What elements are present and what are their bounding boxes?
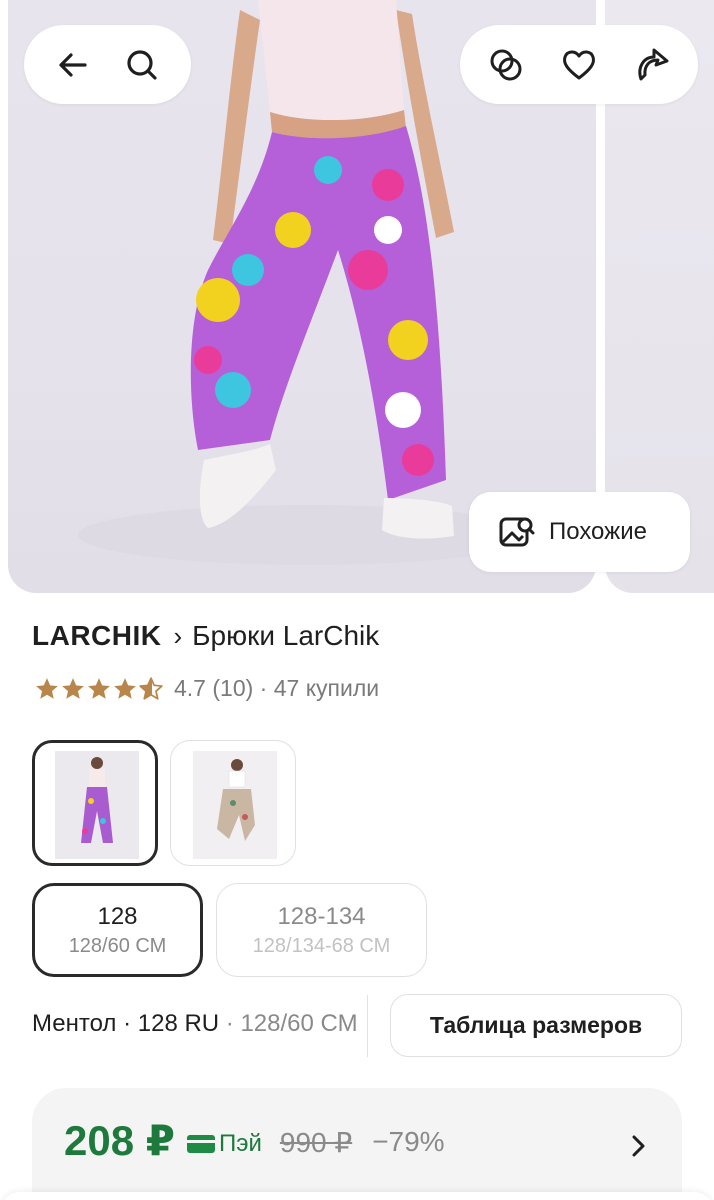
- divider: [367, 995, 368, 1057]
- dot-separator: ·: [259, 675, 268, 701]
- color-option-selected[interactable]: [32, 740, 158, 866]
- pay-badge: Пэй: [186, 1130, 262, 1158]
- back-button[interactable]: [49, 41, 97, 89]
- chevron-right-icon: ›: [173, 620, 183, 651]
- current-price: 208 ₽: [64, 1117, 175, 1164]
- size-cm: 128/60 СМ: [240, 1010, 358, 1037]
- rating-stars: [34, 676, 164, 702]
- image-search-icon: [499, 517, 535, 547]
- star-icon: [62, 677, 84, 699]
- price-card[interactable]: 208 ₽ Пэй 990 ₽ −79%: [32, 1088, 682, 1200]
- old-price: 990 ₽: [279, 1127, 353, 1158]
- pay-label: Пэй: [218, 1130, 262, 1157]
- rating-summary[interactable]: 4.7 (10) · 47 купили: [34, 675, 379, 702]
- purchases-count: 47 купили: [273, 675, 380, 701]
- share-button[interactable]: [628, 41, 676, 89]
- product-gallery[interactable]: Похожие: [0, 0, 714, 595]
- separator: ·: [219, 1010, 241, 1037]
- similar-products-button[interactable]: Похожие: [469, 492, 690, 572]
- bottom-sheet-edge: [0, 1192, 714, 1200]
- nav-pill: [24, 25, 191, 104]
- heart-icon: [563, 50, 595, 79]
- reviews-count: (10): [212, 675, 254, 701]
- size-table-button[interactable]: Таблица размеров: [390, 994, 682, 1057]
- chevron-right-icon[interactable]: [624, 1132, 652, 1160]
- color-name: Ментол: [32, 1010, 117, 1037]
- favorite-button[interactable]: [555, 41, 603, 89]
- product-name: Брюки LarChik: [192, 620, 380, 651]
- star-icon: [36, 677, 58, 699]
- size-ru: 128 RU: [137, 1010, 220, 1037]
- star-icon: [114, 677, 136, 699]
- arrow-left-icon: [59, 52, 87, 77]
- search-icon: [127, 49, 157, 80]
- size-detail: 128/134-68 СМ: [252, 934, 391, 957]
- rating-value: 4.7: [174, 675, 206, 701]
- size-option-selected[interactable]: 128 128/60 СМ: [32, 883, 203, 977]
- star-icon: [88, 677, 110, 699]
- thumbnail-illustration: [81, 757, 113, 843]
- brand-link[interactable]: LARCHIK: [32, 620, 162, 652]
- separator: ·: [116, 1010, 138, 1037]
- color-option[interactable]: [170, 740, 296, 866]
- share-icon: [638, 48, 669, 80]
- discount-badge: −79%: [372, 1126, 445, 1157]
- size-label: 128-134: [277, 902, 366, 930]
- size-option[interactable]: 128-134 128/134-68 СМ: [216, 883, 427, 977]
- star-half-icon: [139, 676, 163, 700]
- card-icon: [186, 1135, 215, 1153]
- color-thumbnail-image: [193, 751, 277, 859]
- size-label: 128: [97, 902, 138, 930]
- size-detail: 128/60 СМ: [68, 934, 167, 957]
- search-button[interactable]: [118, 41, 166, 89]
- compare-button[interactable]: [482, 41, 530, 89]
- compare-circles-icon: [490, 49, 522, 80]
- selected-variant-info: Ментол · 128 RU · 128/60 СМ: [32, 1010, 358, 1038]
- actions-pill: [460, 25, 698, 104]
- color-thumbnail-image: [55, 751, 139, 859]
- thumbnail-illustration: [217, 759, 255, 841]
- similar-products-label: Похожие: [549, 518, 647, 545]
- product-title: LARCHIK › Брюки LarChik: [32, 620, 379, 652]
